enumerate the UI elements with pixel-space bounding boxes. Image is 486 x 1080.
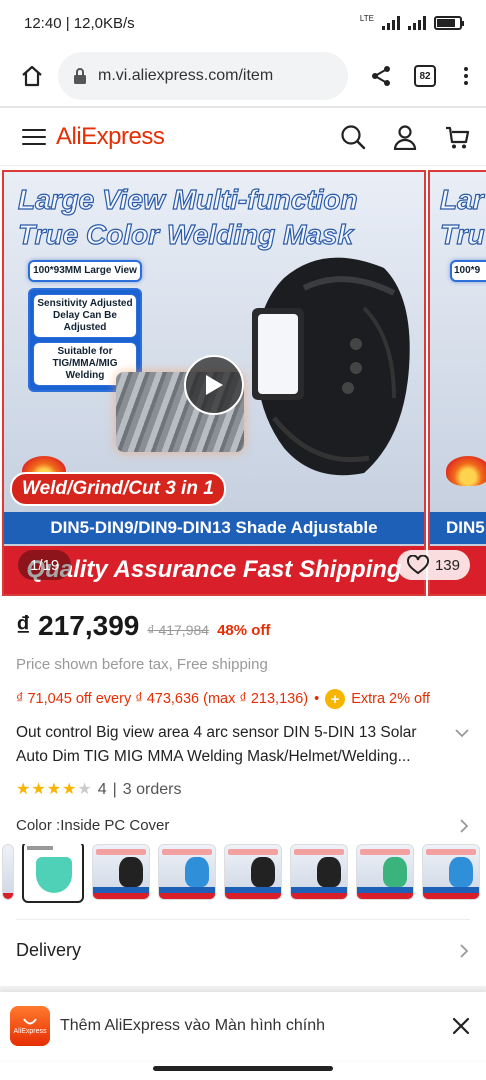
star-icon: ★: [77, 781, 92, 798]
menu-icon[interactable]: [22, 128, 46, 145]
rating-row[interactable]: ★ ★ ★ ★ ★ 4 | 3 orders: [0, 781, 486, 799]
battery-icon: [434, 16, 464, 30]
add-to-home-text[interactable]: Thêm AliExpress vào Màn hình chính: [60, 1017, 325, 1035]
signal-icon: [382, 16, 400, 30]
home-icon[interactable]: [16, 60, 48, 92]
network-type: LTE: [359, 13, 374, 23]
star-icon: ★: [62, 781, 77, 798]
slide-headline: Large View Multi-function True Color Wel…: [17, 183, 358, 250]
chevron-right-icon[interactable]: [458, 818, 470, 834]
url-field[interactable]: m.vi.aliexpress.com/item: [58, 52, 348, 100]
chevron-right-icon[interactable]: [458, 943, 470, 959]
delivery-row[interactable]: Delivery: [0, 940, 486, 961]
play-icon[interactable]: [184, 355, 244, 415]
feature-item: Sensitivity Adjusted Delay Can Be Adjust…: [33, 294, 137, 338]
site-header: AliExpress: [0, 108, 486, 166]
slide-headline: Lar Tru: [439, 183, 485, 250]
price-row: ₫ 217,399 ₫ 417,984 48% off: [0, 610, 486, 642]
share-icon[interactable]: [370, 65, 392, 87]
status-icons: LTE: [359, 13, 464, 30]
star-icon: ★: [16, 781, 31, 798]
color-selector[interactable]: Color : Inside PC Cover: [0, 817, 486, 834]
coupon-text: ₫ 71,045 off every ₫ 473,636 (max ₫ 213,…: [16, 691, 309, 707]
color-thumbnail-selected[interactable]: [22, 844, 84, 903]
orders-count: 3 orders: [122, 781, 182, 798]
color-thumbnail[interactable]: [92, 844, 150, 900]
color-thumbnail[interactable]: [422, 844, 480, 900]
wishlist-button[interactable]: 139: [396, 550, 470, 580]
coupon-row[interactable]: ₫ 71,045 off every ₫ 473,636 (max ₫ 213,…: [0, 689, 486, 709]
color-value: Inside PC Cover: [60, 817, 170, 834]
shade-banner: DIN5: [430, 512, 486, 544]
feature-item: 100*9: [450, 260, 486, 282]
tabs-icon[interactable]: 82: [414, 65, 436, 87]
discount-badge: 48% off: [217, 622, 271, 639]
coupon-separator: •: [314, 691, 320, 707]
feature-item: 100*93MM Large View: [28, 260, 142, 282]
welding-helmet-image: [252, 257, 410, 476]
home-indicator[interactable]: [153, 1066, 333, 1071]
user-icon[interactable]: [392, 124, 418, 150]
chevron-down-icon[interactable]: [454, 725, 470, 741]
heart-icon: [406, 555, 429, 575]
color-thumbnail[interactable]: [158, 844, 216, 900]
browser-toolbar: m.vi.aliexpress.com/item 82: [0, 46, 486, 106]
lock-icon: [74, 68, 86, 84]
delivery-label: Delivery: [16, 940, 82, 960]
divider: [16, 919, 470, 920]
rating-value: 4: [97, 781, 107, 798]
star-icon: ★: [46, 781, 62, 798]
more-icon[interactable]: [458, 67, 474, 85]
weld-banner: Weld/Grind/Cut 3 in 1: [10, 472, 226, 506]
signal-icon: [408, 16, 426, 30]
close-icon[interactable]: [452, 1017, 470, 1035]
status-bar: 12:40 | 12,0KB/s LTE: [0, 0, 486, 46]
product-title: Out control Big view area 4 arc sensor D…: [16, 724, 417, 765]
aliexpress-app-icon: AliExpress: [10, 1006, 50, 1046]
cart-icon[interactable]: [444, 124, 470, 150]
color-thumbnail[interactable]: [356, 844, 414, 900]
current-price: ₫ 217,399: [16, 610, 140, 641]
tax-note: Price shown before tax, Free shipping: [16, 656, 268, 673]
shade-banner: DIN5-DIN9/DIN9-DIN13 Shade Adjustable: [4, 512, 424, 544]
color-label: Color :: [16, 817, 61, 834]
coin-icon: +: [325, 689, 346, 709]
extra-discount: Extra 2% off: [351, 691, 430, 707]
product-gallery[interactable]: Large View Multi-function True Color Wel…: [0, 170, 486, 596]
gallery-slide-next[interactable]: Lar Tru 100*9 DIN5: [428, 170, 486, 596]
color-thumbnail[interactable]: [2, 844, 14, 900]
add-to-home-banner[interactable]: AliExpress Thêm AliExpress vào Màn hình …: [0, 992, 486, 1060]
rating-separator: |: [112, 781, 117, 798]
star-icon: ★: [31, 781, 46, 798]
star-rating: ★ ★ ★ ★ ★: [16, 782, 92, 798]
title-row[interactable]: Out control Big view area 4 arc sensor D…: [0, 721, 486, 769]
color-thumbnail[interactable]: [224, 844, 282, 900]
wishlist-count: 139: [434, 556, 460, 574]
color-thumbnail[interactable]: [290, 844, 348, 900]
original-price: ₫ 417,984: [147, 622, 210, 638]
url-text: m.vi.aliexpress.com/item: [98, 67, 274, 84]
gallery-slide[interactable]: Large View Multi-function True Color Wel…: [2, 170, 426, 596]
aliexpress-logo[interactable]: AliExpress: [56, 123, 165, 151]
status-time: 12:40 | 12,0KB/s: [24, 14, 135, 32]
search-icon[interactable]: [340, 124, 366, 150]
gallery-counter: 1/19: [18, 550, 72, 580]
color-thumbnails: [0, 844, 486, 903]
flame-graphic: [446, 456, 486, 486]
